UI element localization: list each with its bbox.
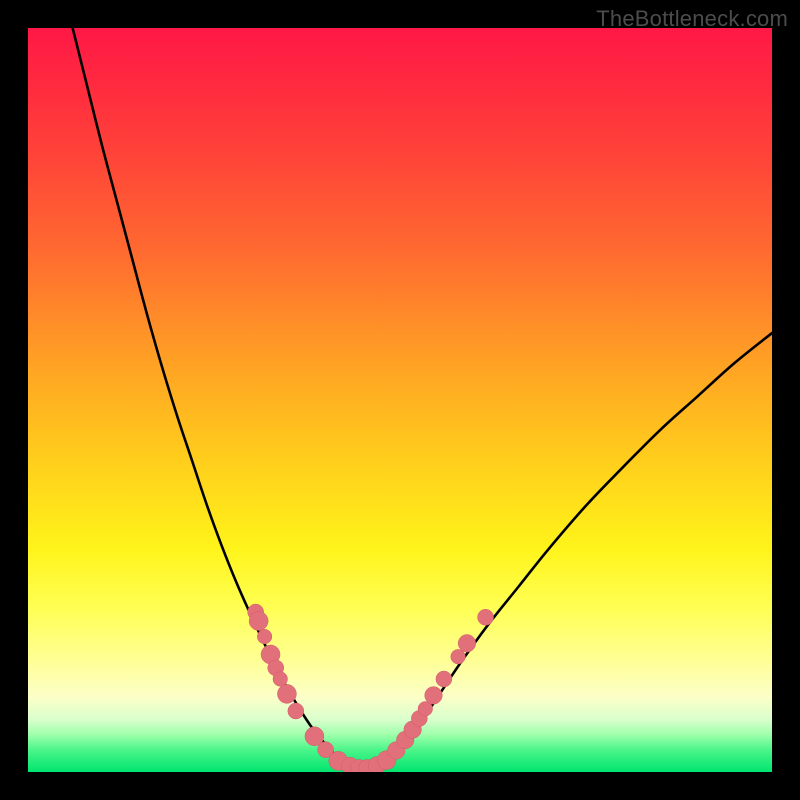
bottleneck-curve (73, 28, 772, 769)
chart-frame: TheBottleneck.com (0, 0, 800, 800)
curve-marker (277, 684, 296, 703)
curve-markers (248, 604, 494, 772)
curve-marker (288, 703, 304, 719)
curve-marker (425, 687, 443, 705)
curve-marker (451, 649, 466, 664)
plot-area (28, 28, 772, 772)
curve-marker (257, 629, 272, 644)
curve-marker (273, 672, 288, 687)
curve-marker (436, 671, 452, 687)
curve-marker (478, 609, 494, 625)
curve-lines (73, 28, 772, 769)
curve-marker (458, 635, 476, 653)
curve-marker (249, 611, 268, 630)
chart-svg (28, 28, 772, 772)
